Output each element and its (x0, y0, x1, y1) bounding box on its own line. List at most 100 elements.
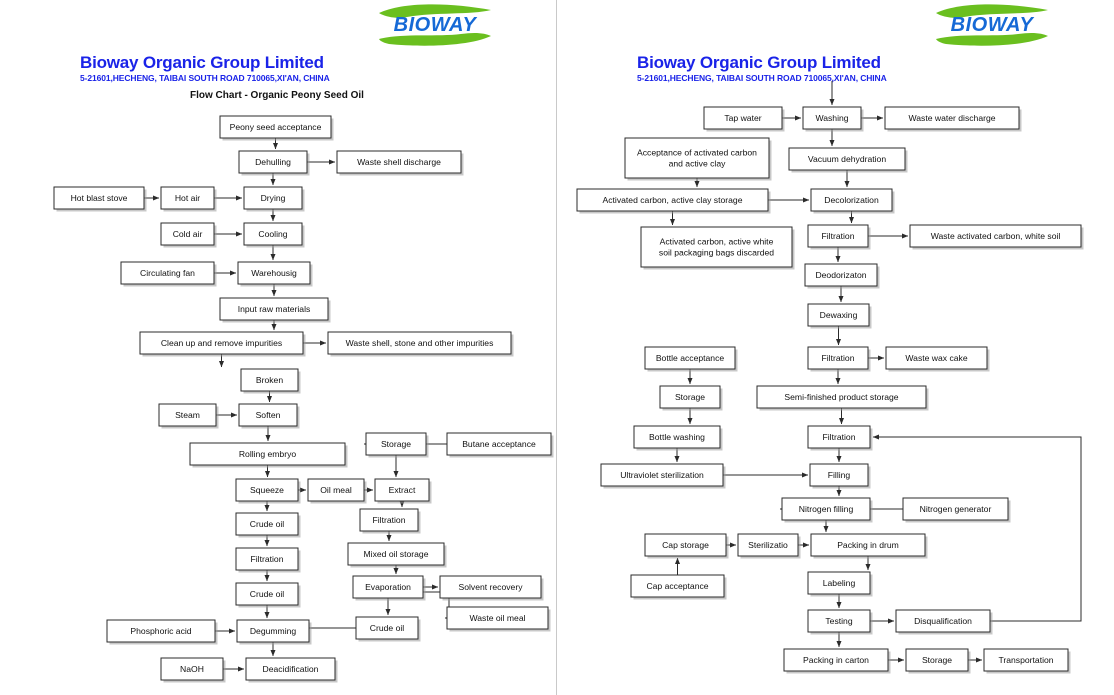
flow-node-peony_seed_acceptance[interactable]: Peony seed acceptance (219, 115, 334, 141)
flow-node-label: Disqualification (914, 616, 972, 626)
flow-node-cooling[interactable]: Cooling (243, 222, 305, 248)
flow-node-label: Steam (175, 410, 200, 420)
flow-node-extract[interactable]: Extract (374, 478, 432, 504)
flow-node-label: Washing (815, 113, 848, 123)
flow-node-bottle_washing[interactable]: Bottle washing (633, 425, 723, 451)
flow-node-label: Drying (261, 193, 286, 203)
flow-node-packing_in_drum[interactable]: Packing in drum (810, 533, 928, 559)
flow-node-label: Cooling (258, 229, 287, 239)
flow-node-label: Input raw materials (238, 304, 311, 314)
flow-node-dehulling[interactable]: Dehulling (238, 150, 310, 176)
flow-node-solvent_recovery[interactable]: Solvent recovery (439, 575, 544, 601)
panel-left: BIOWAY Bioway Organic Group Limited 5-21… (0, 0, 557, 695)
flow-node-input_raw_materials[interactable]: Input raw materials (219, 297, 331, 323)
flow-node-nitrogen_filling[interactable]: Nitrogen filling (781, 497, 873, 523)
flow-node-activated_carbon_bags[interactable]: Activated carbon, active whitesoil packa… (640, 226, 795, 270)
flow-node-degumming[interactable]: Degumming (236, 619, 312, 645)
flow-node-activated_carbon_storage[interactable]: Activated carbon, active clay storage (576, 188, 771, 214)
flow-node-packing_in_carton[interactable]: Packing in carton (783, 648, 891, 674)
flow-node-label: Labeling (823, 578, 856, 588)
flow-node-label: Waste oil meal (469, 613, 525, 623)
flow-node-steam[interactable]: Steam (158, 403, 219, 429)
flow-node-crude_oil_2[interactable]: Crude oil (235, 582, 301, 608)
flow-node-crude_oil_3[interactable]: Crude oil (355, 616, 421, 642)
edge-disqualification-to-filtration_r3 (872, 434, 1082, 622)
flow-node-dewaxing[interactable]: Dewaxing (807, 303, 872, 329)
flow-node-label: Waste shell, stone and other impurities (346, 338, 494, 348)
flow-node-washing[interactable]: Washing (802, 106, 864, 132)
flow-node-labeling[interactable]: Labeling (807, 571, 873, 597)
flow-node-label: Filtration (822, 353, 855, 363)
panel-right: BIOWAY Bioway Organic Group Limited 5-21… (557, 0, 1114, 695)
flow-node-label: Circulating fan (140, 268, 195, 278)
flow-node-label: Warehousig (251, 268, 297, 278)
flow-node-label: Cold air (173, 229, 203, 239)
flow-node-label: Filtration (251, 554, 284, 564)
flow-node-broken[interactable]: Broken (240, 368, 301, 394)
flow-node-semi_finished_storage[interactable]: Semi-finished product storage (756, 385, 929, 411)
flow-node-nitrogen_generator[interactable]: Nitrogen generator (902, 497, 1011, 523)
flow-node-label: Packing in carton (803, 655, 869, 665)
flow-node-label: Vacuum dehydration (808, 154, 886, 164)
flow-node-filtration_1[interactable]: Filtration (235, 547, 301, 573)
flow-node-squeeze[interactable]: Squeeze (235, 478, 301, 504)
flow-node-label: Semi-finished product storage (784, 392, 898, 402)
flow-node-filtration_r2[interactable]: Filtration (807, 346, 871, 372)
flow-node-label: Waste activated carbon, white soil (931, 231, 1061, 241)
flow-node-waste_activated_carbon[interactable]: Waste activated carbon, white soil (909, 224, 1084, 250)
flow-node-ultraviolet_sterilization[interactable]: Ultraviolet sterilization (600, 463, 726, 489)
flow-node-deacidification[interactable]: Deacidification (245, 657, 338, 683)
flow-node-bottle_acceptance[interactable]: Bottle acceptance (644, 346, 738, 372)
flow-node-label: Hot air (175, 193, 200, 203)
flow-node-soften[interactable]: Soften (238, 403, 300, 429)
flow-node-drying[interactable]: Drying (243, 186, 305, 212)
flow-node-label: Rolling embryo (239, 449, 297, 459)
flow-node-naoh[interactable]: NaOH (160, 657, 226, 683)
flow-node-label: Deacidification (263, 664, 319, 674)
flow-node-label: Waste shell discharge (357, 157, 441, 167)
flow-node-disqualification[interactable]: Disqualification (895, 609, 993, 635)
flow-node-filling[interactable]: Filling (809, 463, 871, 489)
flow-node-label: Waste water discharge (908, 113, 995, 123)
flow-node-phosphoric_acid[interactable]: Phosphoric acid (106, 619, 218, 645)
flow-node-acceptance_activated_carbon[interactable]: Acceptance of activated carbonand active… (624, 137, 772, 181)
flow-node-waste_shell_stone[interactable]: Waste shell, stone and other impurities (327, 331, 514, 357)
flow-node-filtration_r1[interactable]: Filtration (807, 224, 871, 250)
flow-node-cap_acceptance[interactable]: Cap acceptance (630, 574, 727, 600)
flow-node-decolorization[interactable]: Decolorization (810, 188, 895, 214)
flow-node-transportation[interactable]: Transportation (983, 648, 1071, 674)
flow-node-storage_final[interactable]: Storage (905, 648, 971, 674)
flow-node-label: Cap acceptance (646, 581, 708, 591)
flow-node-testing[interactable]: Testing (807, 609, 873, 635)
flow-node-storage_bottle[interactable]: Storage (659, 385, 723, 411)
flow-node-warehousig[interactable]: Warehousig (237, 261, 313, 287)
flow-node-hot_blast_stove[interactable]: Hot blast stove (53, 186, 147, 212)
flow-node-circulating_fan[interactable]: Circulating fan (120, 261, 217, 287)
flow-node-label: Hot blast stove (71, 193, 128, 203)
flow-node-hot_air[interactable]: Hot air (160, 186, 217, 212)
flow-node-cold_air[interactable]: Cold air (160, 222, 217, 248)
flow-node-deodorizaton[interactable]: Deodorizaton (804, 263, 880, 289)
flow-node-waste_water_discharge[interactable]: Waste water discharge (884, 106, 1022, 132)
flow-node-oil_meal[interactable]: Oil meal (307, 478, 367, 504)
flow-node-label: soil packaging bags discarded (659, 247, 774, 257)
flow-node-filtration_press[interactable]: Filtration (359, 508, 421, 534)
flow-node-mixed_oil_storage[interactable]: Mixed oil storage (347, 542, 447, 568)
flow-node-cap_storage[interactable]: Cap storage (644, 533, 729, 559)
flow-node-waste_wax_cake[interactable]: Waste wax cake (885, 346, 990, 372)
flow-node-butane_acceptance[interactable]: Butane acceptance (446, 432, 554, 458)
flow-node-label: Deodorizaton (815, 270, 866, 280)
flow-node-evaporation[interactable]: Evaporation (352, 575, 426, 601)
flow-node-waste_oil_meal[interactable]: Waste oil meal (446, 606, 551, 632)
flow-node-vacuum_dehydration[interactable]: Vacuum dehydration (788, 147, 908, 173)
flow-node-sterilizatio[interactable]: Sterilizatio (737, 533, 801, 559)
flow-node-label: Dehulling (255, 157, 291, 167)
flow-node-tap_water[interactable]: Tap water (703, 106, 785, 132)
flow-node-clean_remove_impurities[interactable]: Clean up and remove impurities (139, 331, 306, 357)
flow-node-waste_shell_discharge[interactable]: Waste shell discharge (336, 150, 464, 176)
flow-node-filtration_r3[interactable]: Filtration (807, 425, 873, 451)
flow-node-crude_oil_1[interactable]: Crude oil (235, 512, 301, 538)
flow-node-label: Tap water (724, 113, 761, 123)
flow-node-storage_solvent[interactable]: Storage (365, 432, 429, 458)
flow-node-rolling_embryo[interactable]: Rolling embryo (189, 442, 348, 468)
